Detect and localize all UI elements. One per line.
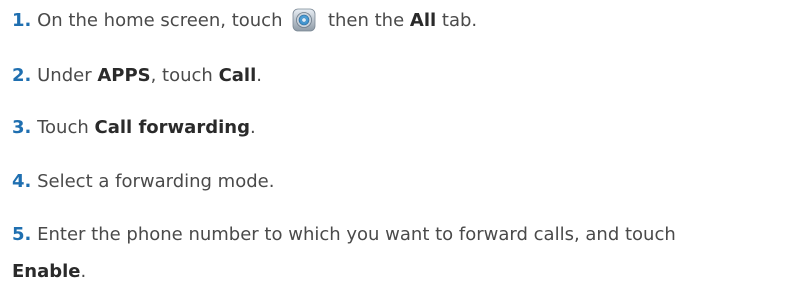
step-text: then the [327, 10, 405, 31]
step-text: On the home screen, touch [37, 10, 283, 31]
step-text: Touch [37, 117, 89, 138]
step-text: , touch [150, 65, 213, 86]
step-bold: APPS [97, 65, 151, 86]
step-number: 3. [12, 117, 32, 138]
step-number: 5. [12, 224, 32, 245]
step-number: 1. [12, 10, 32, 31]
step-5: 5. Enter the phone number to which you w… [12, 223, 676, 247]
step-bold: All [409, 10, 437, 31]
step-text: . [249, 117, 256, 138]
step-text: Select a forwarding mode. [37, 171, 275, 192]
step-bold: Call [218, 65, 257, 86]
step-2: 2. Under APPS, touch Call. [12, 64, 262, 88]
step-text: tab. [441, 10, 478, 31]
step-1: 1. On the home screen, touch then the Al… [12, 8, 477, 33]
step-text: Enter the phone number to which you want… [37, 224, 676, 245]
settings-icon [292, 8, 316, 32]
step-4: 4. Select a forwarding mode. [12, 170, 274, 194]
step-bold: Call forwarding [94, 117, 250, 138]
step-text: . [256, 65, 263, 86]
step-5-continuation: Enable. [12, 260, 86, 284]
step-3: 3. Touch Call forwarding. [12, 116, 256, 140]
step-text: Under [37, 65, 92, 86]
step-number: 2. [12, 65, 32, 86]
step-number: 4. [12, 171, 32, 192]
step-text: . [80, 261, 87, 282]
step-bold: Enable [12, 261, 81, 282]
